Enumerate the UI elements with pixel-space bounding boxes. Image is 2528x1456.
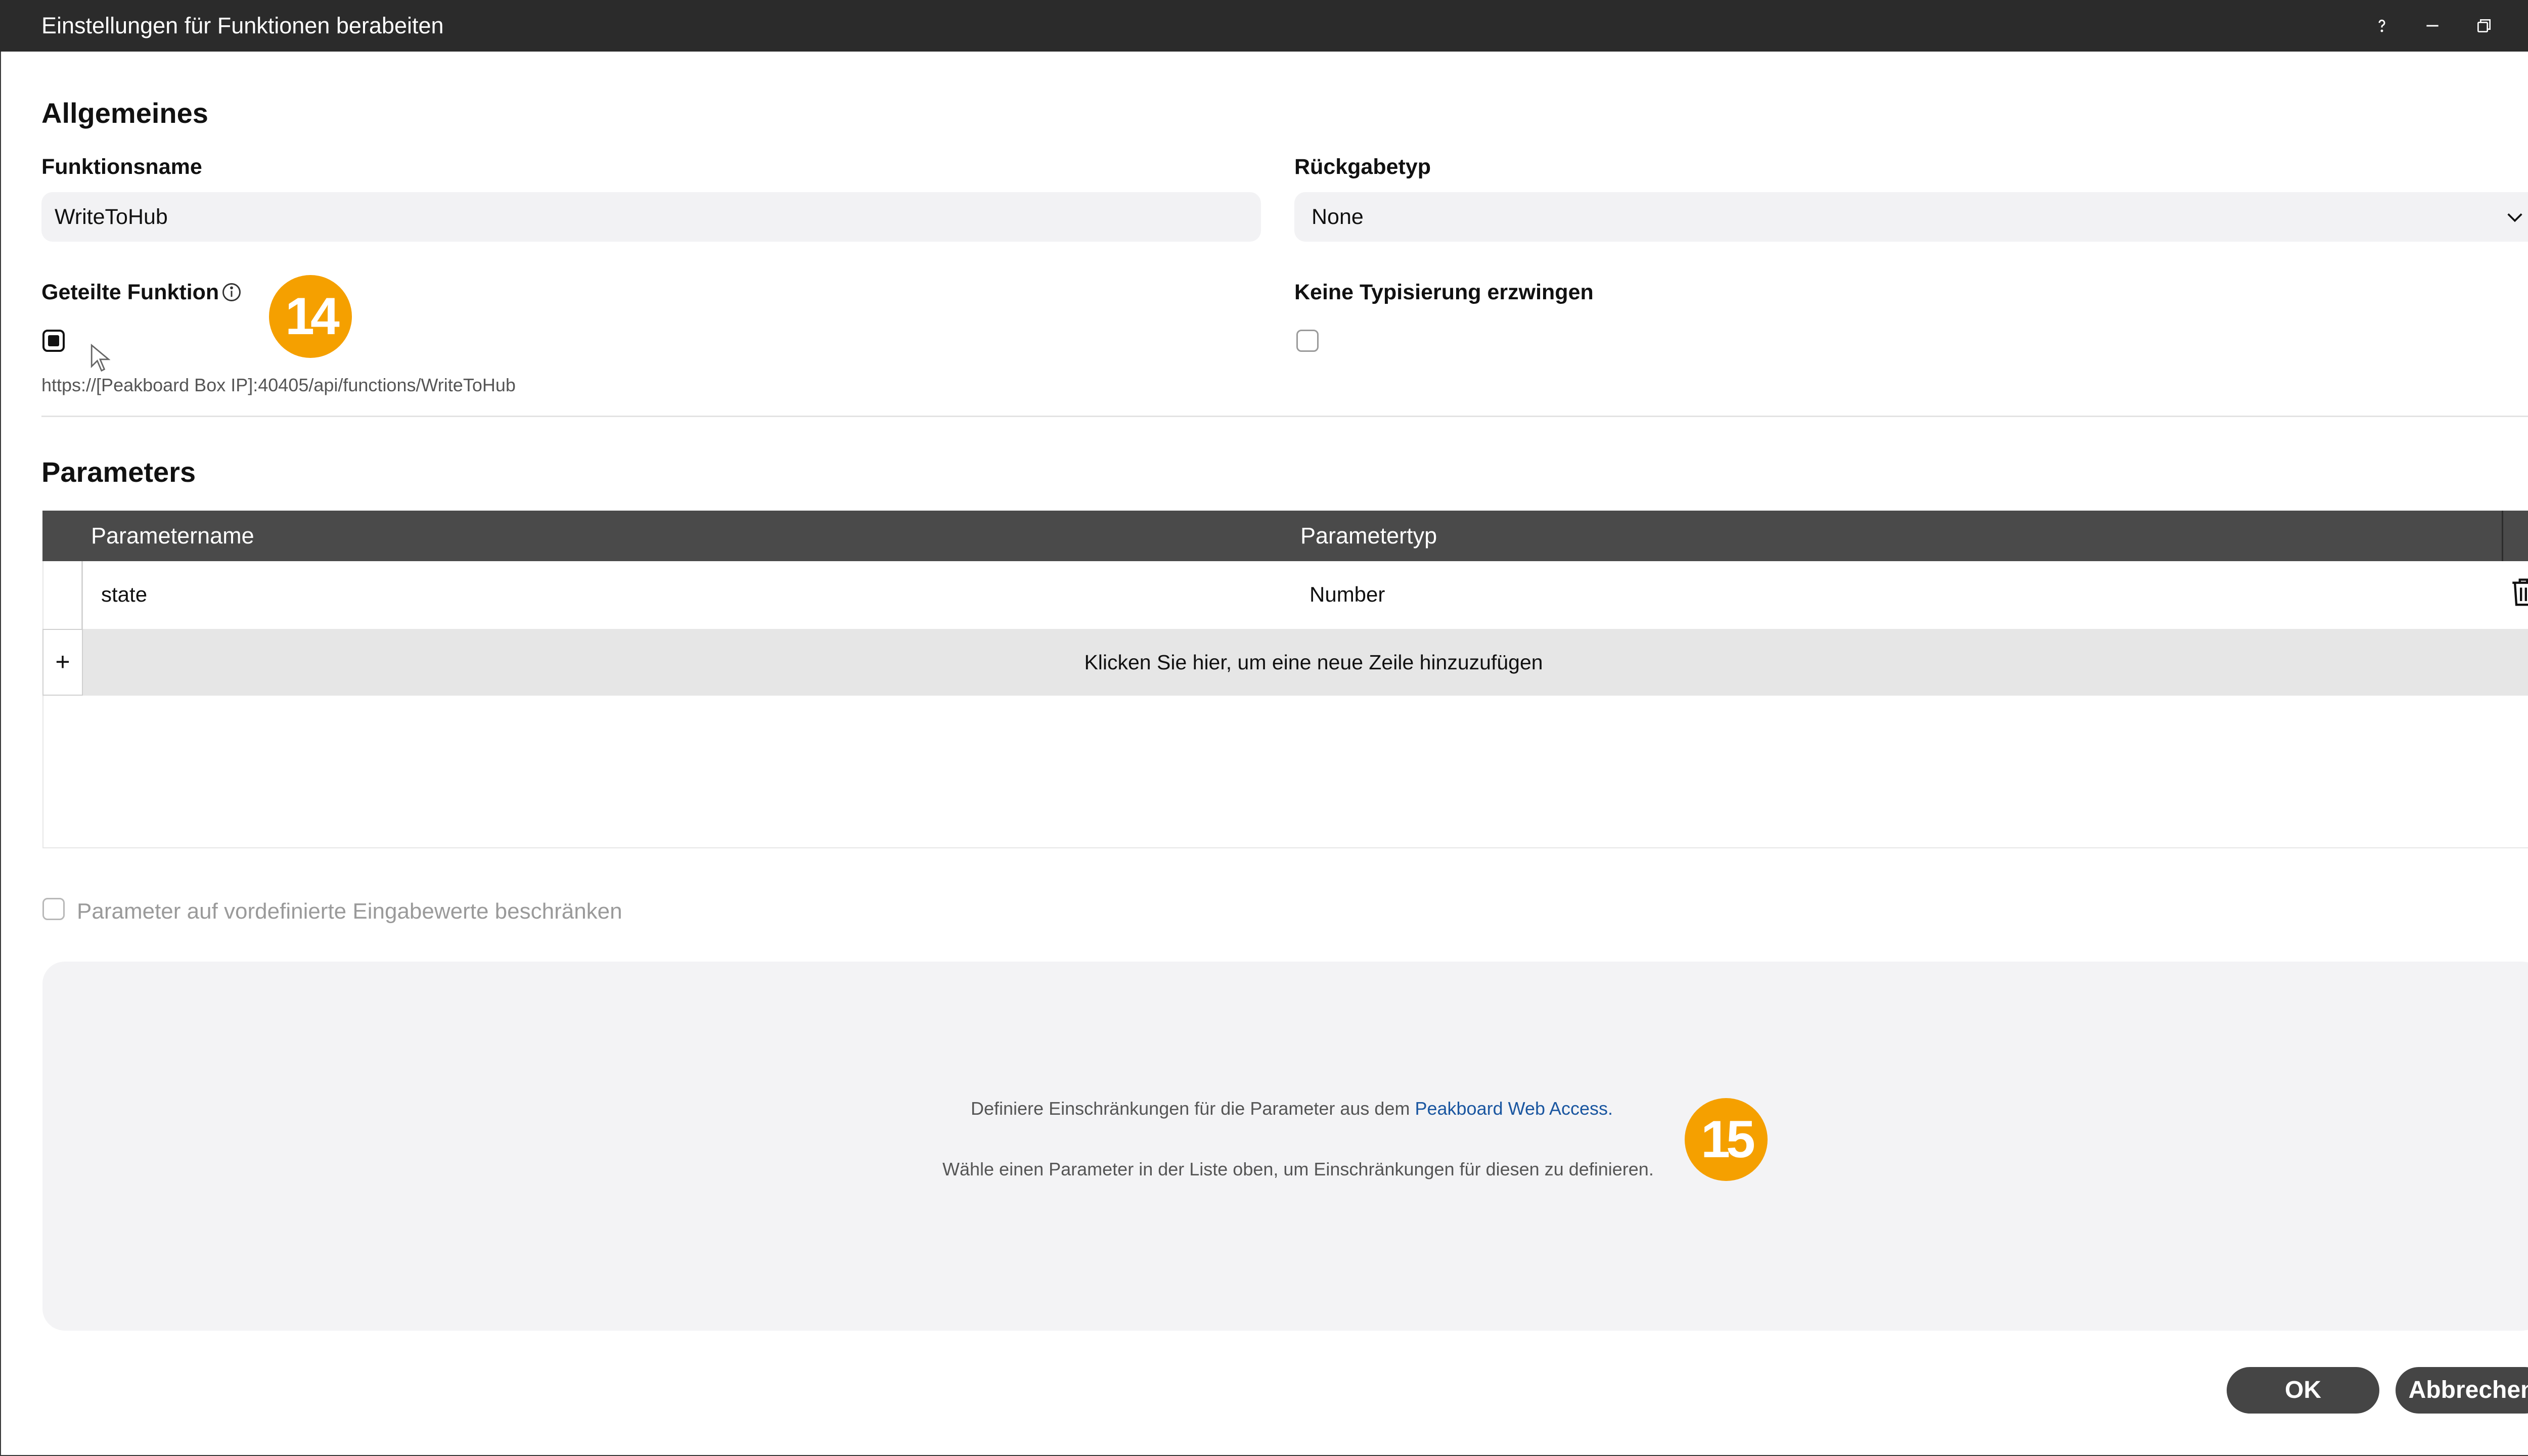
annotation-badge-15: 15: [1685, 1098, 1768, 1181]
shared-function-label: Geteilte Funktion: [41, 280, 219, 304]
panel-line-1-text: Definiere Einschränkungen für die Parame…: [971, 1098, 1410, 1119]
window-title: Einstellungen für Funktionen berabeiten: [41, 13, 444, 38]
help-icon[interactable]: [2366, 10, 2398, 41]
section-divider: [41, 416, 2528, 417]
no-typing-checkbox[interactable]: [1296, 330, 1319, 352]
add-row-bar[interactable]: + Klicken Sie hier, um eine neue Zeile h…: [42, 629, 2528, 696]
function-name-input[interactable]: WriteToHub: [41, 192, 1261, 242]
info-icon[interactable]: [220, 281, 243, 303]
table-row-name-cell[interactable]: state: [101, 581, 147, 608]
panel-line-1: Definiere Einschränkungen für die Parame…: [971, 1097, 1613, 1120]
column-header-name[interactable]: Parametername: [91, 522, 254, 550]
ok-button[interactable]: OK: [2227, 1367, 2379, 1414]
return-type-value: None: [1312, 205, 1364, 229]
restrictions-panel: [42, 962, 2528, 1331]
restrict-parameters-label: Parameter auf vordefinierte Eingabewerte…: [77, 899, 622, 924]
restrict-parameters-checkbox[interactable]: [42, 898, 65, 920]
panel-line-2: Wähle einen Parameter in der Liste oben,…: [942, 1159, 1654, 1179]
close-icon[interactable]: [2520, 10, 2528, 41]
general-heading: Allgemeines: [41, 97, 208, 129]
return-type-select[interactable]: None: [1294, 192, 2528, 242]
parameters-grid-header: Parametername Parametertyp: [42, 511, 2528, 561]
minimize-icon[interactable]: [2417, 10, 2448, 41]
trash-icon[interactable]: [2509, 576, 2528, 609]
mouse-cursor-icon: [91, 344, 110, 372]
column-header-type[interactable]: Parametertyp: [1300, 522, 1437, 550]
parameters-grid: [42, 561, 2528, 848]
shared-function-checkbox[interactable]: [42, 330, 65, 352]
title-bar: Einstellungen für Funktionen berabeiten: [0, 0, 2528, 52]
function-name-label: Funktionsname: [41, 155, 202, 179]
table-row-type-cell[interactable]: Number: [1310, 581, 1385, 608]
cancel-button[interactable]: Abbrechen: [2396, 1367, 2528, 1414]
chevron-down-icon: [2507, 213, 2522, 222]
peakboard-web-access-link[interactable]: Peakboard Web Access.: [1415, 1098, 1613, 1119]
row-selector[interactable]: [42, 561, 83, 629]
restore-icon[interactable]: [2468, 10, 2500, 41]
return-type-label: Rückgabetyp: [1294, 155, 1431, 179]
shared-function-url: https://[Peakboard Box IP]:40405/api/fun…: [41, 375, 516, 395]
parameters-heading: Parameters: [41, 456, 196, 488]
add-row-text[interactable]: Klicken Sie hier, um eine neue Zeile hin…: [83, 629, 2528, 696]
annotation-badge-14: 14: [269, 275, 352, 358]
no-typing-label: Keine Typisierung erzwingen: [1294, 280, 1594, 304]
column-separator: [2502, 511, 2503, 561]
add-row-plus[interactable]: +: [42, 629, 83, 696]
